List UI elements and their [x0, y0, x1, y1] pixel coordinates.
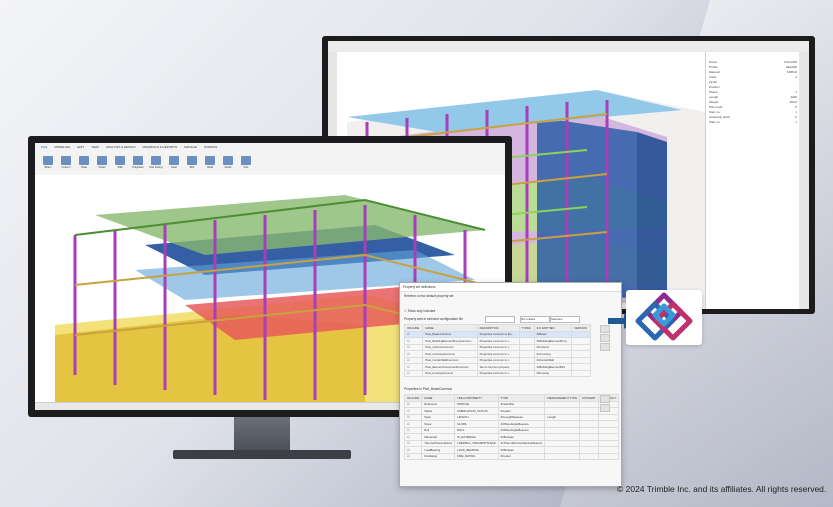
tab-3[interactable]: VIEW: [91, 145, 99, 152]
cell-name: FireRating: [421, 452, 456, 460]
copyright-text: © 2024 Trimble Inc. and its affiliates. …: [617, 484, 827, 494]
ribbon-button-icon: [97, 156, 107, 165]
ifc-logo-icon: [635, 292, 693, 341]
ribbon: FILE MODELING EDIT VIEW ANALYSIS & DESIGN DRA…: [35, 143, 505, 176]
tab-1[interactable]: MODELING: [54, 145, 70, 152]
ribbon-button[interactable]: Beam: [41, 156, 55, 174]
ribbon-button-label: Part: [243, 166, 249, 169]
monitor-stand-neck: [234, 417, 290, 450]
tab-6[interactable]: MANAGE: [184, 145, 197, 152]
ribbon-button-icon: [151, 156, 161, 165]
ribbon-button[interactable]: Detail: [221, 156, 235, 174]
cell-tekla: FIRE_RATING: [454, 452, 499, 460]
ribbon-button[interactable]: Pad footing: [149, 156, 163, 174]
properties-table: INCLUDE NAME TEKLA PROPERTY TYPE MEASUREMENT…: [403, 394, 620, 460]
cell-desc: Properties common to t...: [476, 369, 520, 377]
property-pane: Name COLUMN Profile HEA300 Material S355J2 Cla…: [705, 52, 800, 309]
ribbon-button-label: Column: [61, 166, 71, 169]
back-right-toolbar: [799, 52, 809, 309]
ribbon-button-icon: [133, 156, 143, 165]
ribbon-button[interactable]: Polybeam: [131, 156, 145, 174]
ribbon-button-label: Bolt: [189, 166, 195, 169]
tab-7[interactable]: WINDOW: [204, 145, 217, 152]
property-sets-label: Property sets in selected configuration …: [404, 317, 463, 321]
tab-4[interactable]: ANALYSIS & DESIGN: [106, 145, 136, 152]
ribbon-button[interactable]: Plate: [77, 156, 91, 174]
cell-conv: [579, 452, 599, 460]
monitor-stand-base: [173, 450, 351, 459]
ribbon-button[interactable]: Steel: [167, 156, 181, 174]
ribbon-button-icon: [241, 156, 251, 165]
properties-label: Properties in Pset_BeamCommon: [404, 387, 453, 391]
ribbon-button-label: Beam: [44, 166, 52, 169]
entities-filter[interactable]: IFC entities: [520, 316, 550, 323]
ribbon-button-label: Plate: [81, 166, 87, 169]
ribbon-button[interactable]: Weld: [203, 156, 217, 174]
show-only-included-checkbox[interactable]: ☐ Show only included: [404, 309, 435, 313]
selection-filter[interactable]: Selection: [550, 316, 580, 323]
cell-types: [518, 369, 535, 377]
ribbon-button-icon: [205, 156, 215, 165]
ribbon-button-label: Weld: [207, 166, 213, 169]
ribbon-button-icon: [61, 156, 71, 165]
remove-button[interactable]: [600, 334, 610, 342]
ribbon-button-icon: [223, 156, 233, 165]
dialog-subtitle: Retrieve a new default property set: [404, 294, 454, 298]
ribbon-button-label: Detail: [224, 166, 232, 169]
ribbon-button-label: Polybeam: [132, 166, 144, 169]
property-set-dialog: Property set definitions Retrieve a new …: [399, 282, 622, 487]
property-value: 2: [795, 75, 797, 79]
include-checkbox[interactable]: ☑: [403, 369, 424, 377]
ribbon-buttons: Beam Column Plate Panel Slab Polybeam Pad foot…: [35, 154, 505, 176]
ribbon-button-icon: [187, 156, 197, 165]
cell-acc: [597, 452, 620, 460]
tab-5[interactable]: DRAWINGS & REPORTS: [143, 145, 178, 152]
ribbon-button-label: Panel: [98, 166, 106, 169]
include-checkbox[interactable]: ☑: [403, 452, 423, 460]
ribbon-button-icon: [43, 156, 53, 165]
dialog-title: Property set definitions: [400, 283, 621, 292]
move-up-button[interactable]: [600, 395, 610, 403]
ribbon-button[interactable]: Bolt: [185, 156, 199, 174]
tab-2[interactable]: EDIT: [77, 145, 84, 152]
ifc-logo-card: [626, 290, 702, 345]
ribbon-button[interactable]: Part: [239, 156, 253, 174]
cell-type: IfcLabel: [497, 452, 546, 460]
table-row[interactable]: ☑ FireRating FIRE_RATING IfcLabel: [403, 452, 620, 460]
table-row[interactable]: ☑ Pset_FootingCommon Properties common to …: [403, 369, 591, 377]
cell-ver: [571, 369, 591, 377]
ribbon-button[interactable]: Panel: [95, 156, 109, 174]
ribbon-button-icon: [115, 156, 125, 165]
ribbon-button-icon: [79, 156, 89, 165]
cell-meas: [544, 452, 581, 460]
cell-name: Pset_FootingCommon: [422, 369, 478, 377]
tab-0[interactable]: FILE: [41, 145, 47, 152]
ribbon-button-label: Slab: [117, 166, 123, 169]
ribbon-button-label: Pad footing: [149, 166, 163, 169]
property-row: Start no. 1: [706, 120, 800, 125]
search-input[interactable]: [485, 316, 515, 323]
property-key: Start no.: [709, 120, 721, 124]
move-down-button[interactable]: [600, 404, 610, 412]
ribbon-tabs: FILE MODELING EDIT VIEW ANALYSIS & DESIGN DRA…: [35, 143, 505, 154]
property-value: 1: [795, 120, 797, 124]
ribbon-button-icon: [169, 156, 179, 165]
cell-ent: IfcFooting: [533, 369, 573, 377]
ribbon-button-label: Steel: [171, 166, 177, 169]
ribbon-button[interactable]: Column: [59, 156, 73, 174]
property-sets-table: INCLUDE NAME DESCRIPTION TYPES IFC ENTITIES V…: [403, 324, 591, 377]
ribbon-button[interactable]: Slab: [113, 156, 127, 174]
edit-button[interactable]: [600, 343, 610, 351]
